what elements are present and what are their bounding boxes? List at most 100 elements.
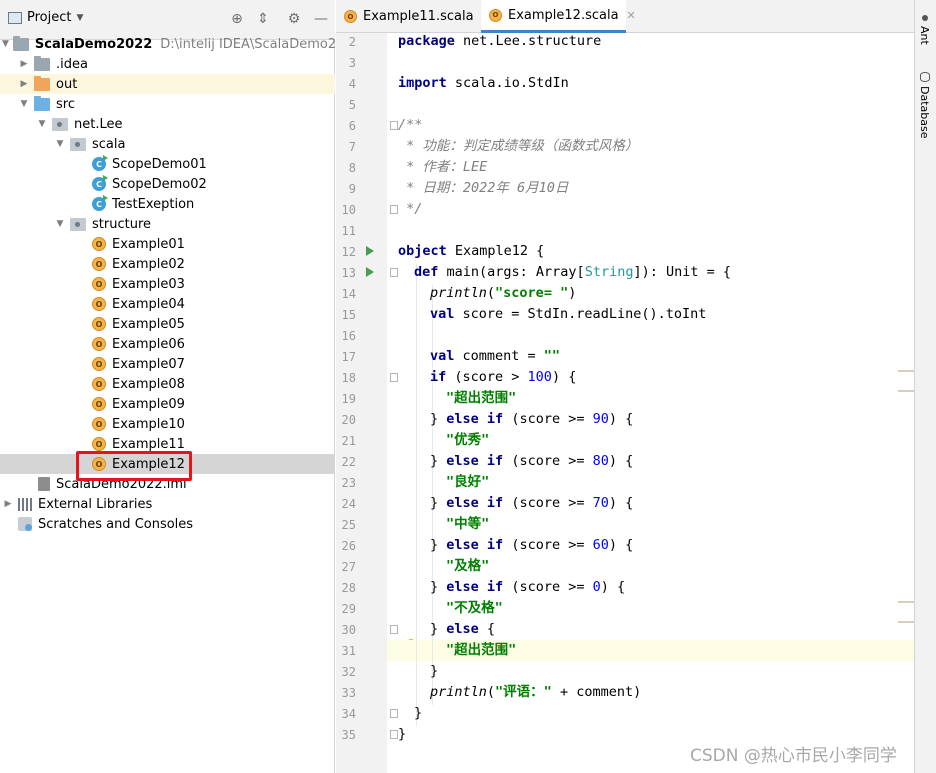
package-icon — [70, 217, 86, 231]
code-line: "及格" — [446, 558, 490, 574]
selection-highlight-box — [76, 451, 192, 481]
tree-item-label: Example10 — [112, 416, 185, 432]
ant-tool-button[interactable]: Ant — [918, 26, 931, 45]
database-tool-button[interactable]: Database — [918, 86, 931, 139]
database-icon[interactable] — [920, 72, 930, 82]
code-line: } — [430, 663, 439, 679]
collapse-all-icon[interactable]: ⇕ — [254, 10, 272, 28]
tree-item-file[interactable]: O Example10 — [0, 414, 335, 434]
tree-item-label: ScalaDemo2022 — [34, 36, 153, 52]
ant-icon[interactable] — [920, 12, 930, 22]
code-line: val comment = "" — [430, 348, 561, 364]
tree-item-file[interactable]: O Example01 — [0, 234, 335, 254]
code-line: "优秀" — [446, 432, 490, 448]
scala-class-icon: C — [92, 155, 108, 171]
code-line: package net.Lee.structure — [398, 33, 602, 49]
code-line: println("评语：" + comment) — [430, 684, 642, 700]
folder-icon — [34, 55, 50, 71]
code-line: def main(args: Array[String]): Unit = { — [414, 264, 732, 280]
minimize-icon[interactable]: — — [312, 10, 330, 28]
line-number: 16 — [341, 329, 356, 343]
tree-item-file[interactable]: O Example03 — [0, 274, 335, 294]
project-view-selector[interactable]: Project ▼ — [8, 10, 83, 25]
line-number: 15 — [341, 308, 356, 322]
line-number: 33 — [341, 686, 356, 700]
scala-object-icon: O — [92, 257, 106, 271]
code-line: "中等" — [446, 516, 490, 532]
tree-item-label: Example11 — [112, 436, 185, 452]
tree-item-file[interactable]: O Example04 — [0, 294, 335, 314]
code-line: } else if (score >= 60) { — [430, 537, 634, 553]
tab-label: Example11.scala — [363, 9, 474, 24]
line-number: 20 — [341, 413, 356, 427]
code-line: "超出范围" — [446, 642, 517, 658]
code-area[interactable]: package net.Lee.structure import scala.i… — [387, 33, 914, 773]
tree-item-out[interactable]: ▶ out — [0, 74, 335, 94]
line-number: 4 — [348, 77, 356, 91]
tree-item-label: Example09 — [112, 396, 185, 412]
code-line: val score = StdIn.readLine().toInt — [430, 306, 707, 322]
package-icon — [52, 117, 68, 131]
tree-item-file[interactable]: O Example05 — [0, 314, 335, 334]
tree-item-file[interactable]: O Example02 — [0, 254, 335, 274]
run-icon[interactable] — [366, 246, 374, 256]
expand-arrow-icon[interactable]: ▼ — [54, 139, 66, 149]
line-number: 13 — [341, 266, 356, 280]
tree-item-file[interactable]: O Example08 — [0, 374, 335, 394]
line-number: 26 — [341, 539, 356, 553]
code-line: "不及格" — [446, 600, 503, 616]
tree-item-label: Scratches and Consoles — [38, 516, 194, 532]
line-number: 5 — [348, 98, 356, 112]
scala-class-icon: C — [92, 175, 108, 191]
tree-item-root[interactable]: ▼ ScalaDemo2022 D:\intelij IDEA\ScalaDem… — [0, 34, 361, 54]
run-icon[interactable] — [366, 267, 374, 277]
line-number: 6 — [348, 119, 356, 133]
expand-arrow-icon[interactable]: ▼ — [36, 119, 48, 129]
scala-object-icon: O — [92, 437, 106, 451]
close-icon[interactable]: ✕ — [627, 9, 636, 22]
code-line: * 作者：LEE — [398, 159, 488, 175]
line-number: 22 — [341, 455, 356, 469]
gear-icon[interactable]: ⚙ — [285, 10, 303, 28]
tree-item-src[interactable]: ▼ src — [0, 94, 335, 114]
tree-item-scratches[interactable]: Scratches and Consoles — [0, 514, 335, 534]
code-line: /** — [398, 117, 423, 133]
indent-guide — [416, 264, 417, 726]
scala-object-icon: O — [92, 357, 106, 371]
tree-item-package[interactable]: ▼ structure — [0, 214, 335, 234]
tab-example11[interactable]: O Example11.scala ✕ — [336, 0, 491, 33]
expand-arrow-icon[interactable]: ▶ — [18, 59, 30, 69]
crosshair-icon[interactable]: ⊕ — [228, 10, 246, 28]
expand-arrow-icon[interactable]: ▼ — [54, 219, 66, 229]
tree-item-external-libraries[interactable]: ▶ External Libraries — [0, 494, 335, 514]
tree-item-file[interactable]: O Example09 — [0, 394, 335, 414]
expand-arrow-icon[interactable]: ▶ — [18, 79, 30, 89]
tree-item-label: TestExeption — [112, 196, 195, 212]
line-number: 11 — [341, 224, 356, 238]
line-number: 14 — [341, 287, 356, 301]
code-line: } else if (score >= 90) { — [430, 411, 634, 427]
tree-item-file[interactable]: C ScopeDemo01 — [0, 154, 335, 174]
module-file-icon — [38, 477, 50, 491]
editor-tabs: O Example11.scala ✕ O Example12.scala ✕ — [336, 0, 914, 33]
chevron-down-icon: ▼ — [76, 12, 84, 23]
line-number: 28 — [341, 581, 356, 595]
project-icon — [8, 11, 22, 24]
line-number: 35 — [341, 728, 356, 742]
scala-object-icon: O — [489, 8, 502, 22]
code-line: } else { — [430, 621, 496, 637]
tree-item-file[interactable]: O Example07 — [0, 354, 335, 374]
expand-arrow-icon[interactable]: ▶ — [2, 499, 14, 509]
tree-item-idea[interactable]: ▶ .idea — [0, 54, 335, 74]
expand-arrow-icon[interactable]: ▼ — [2, 39, 9, 49]
expand-arrow-icon[interactable]: ▼ — [18, 99, 30, 109]
project-panel: Project ▼ ⊕ ⇕ ⚙ — ▼ ScalaDemo2022 D:\int… — [0, 0, 361, 773]
tree-item-file[interactable]: C ScopeDemo02 — [0, 174, 335, 194]
tree-item-package[interactable]: ▼ net.Lee — [0, 114, 335, 134]
tab-label: Example12.scala — [508, 7, 619, 23]
tree-item-file[interactable]: O Example06 — [0, 334, 335, 354]
tree-item-package[interactable]: ▼ scala — [0, 134, 335, 154]
scala-object-icon: O — [92, 377, 106, 391]
tab-example12[interactable]: O Example12.scala ✕ — [481, 0, 636, 33]
tree-item-file[interactable]: C TestExeption — [0, 194, 335, 214]
